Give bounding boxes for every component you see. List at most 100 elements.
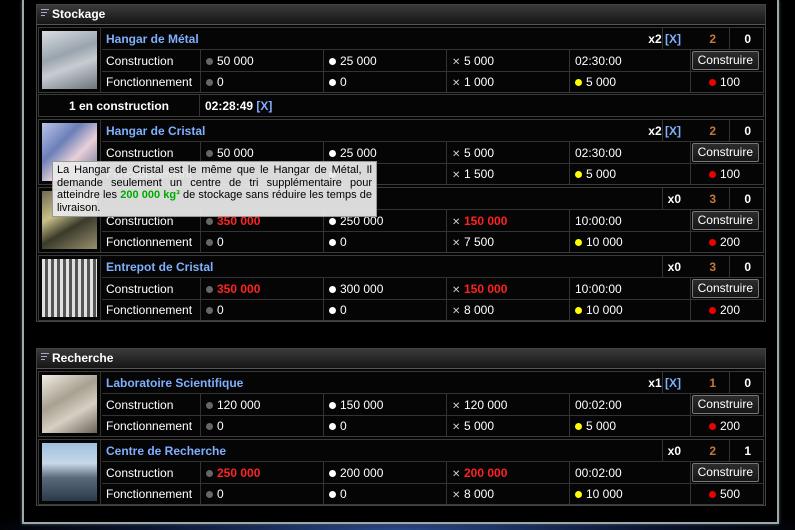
- divider: [690, 142, 691, 163]
- divider: [569, 50, 570, 71]
- remove-link[interactable]: [X]: [665, 32, 681, 46]
- build-button[interactable]: Construire: [691, 463, 759, 482]
- energy-upkeep: 10 000: [575, 303, 623, 317]
- building-image[interactable]: [39, 440, 101, 504]
- construction-queue: 1 en construction 02:28:49 [X]: [38, 94, 764, 117]
- divider: [323, 462, 324, 483]
- deut-upkeep: ✕ 5 000: [452, 419, 495, 433]
- operation-label: Fonctionnement: [106, 487, 193, 501]
- grey-dot-icon: [206, 491, 213, 498]
- metal-cost: 120 000: [206, 398, 260, 412]
- energy-upkeep: 5 000: [575, 75, 616, 89]
- deut-cost: ✕ 120 000: [452, 398, 508, 412]
- divider: [729, 188, 730, 209]
- building-level: 2: [709, 444, 716, 458]
- building-count: x0: [667, 260, 681, 274]
- deut-upkeep: ✕ 7 500: [452, 235, 495, 249]
- yellow-dot-icon: [575, 79, 582, 86]
- crystal-upkeep: 0: [329, 75, 347, 89]
- white-dot-icon: [329, 79, 336, 86]
- divider: [446, 394, 447, 415]
- remove-link[interactable]: [X]: [665, 124, 681, 138]
- building-queued: 0: [744, 124, 751, 138]
- grey-dot-icon: [206, 286, 213, 293]
- metal-upkeep: 0: [206, 303, 224, 317]
- cross-arrows-icon: ✕: [452, 469, 461, 480]
- divider: [690, 231, 691, 252]
- deut-upkeep: ✕ 1 000: [452, 75, 495, 89]
- operation-row: Fonctionnement 0 0 ✕ 1 000 5 000 100: [102, 71, 763, 92]
- building-name[interactable]: Hangar de Métal: [106, 32, 199, 46]
- divider: [200, 415, 201, 436]
- operation-row: Fonctionnement 0 0 ✕ 7 500 10 000 200: [102, 231, 763, 252]
- build-button[interactable]: Construire: [691, 143, 759, 162]
- divider: [199, 95, 200, 116]
- build-button[interactable]: Construire: [691, 395, 759, 414]
- building-row: Centre de Recherche x0 2 1 Construction …: [38, 439, 764, 505]
- building-queued: 0: [744, 260, 751, 274]
- building-level: 3: [709, 192, 716, 206]
- divider: [569, 71, 570, 92]
- build-time: 00:02:00: [575, 466, 622, 480]
- building-row: Laboratoire Scientifique x1 [X] 1 0 Cons…: [38, 371, 764, 437]
- operation-label: Fonctionnement: [106, 419, 193, 433]
- divider: [200, 231, 201, 252]
- energy-upkeep: 10 000: [575, 235, 623, 249]
- bio-upkeep: 100: [709, 167, 740, 181]
- divider: [569, 483, 570, 504]
- red-dot-icon: [709, 423, 716, 430]
- list-icon: [41, 8, 49, 17]
- building-image[interactable]: [39, 372, 101, 436]
- build-button[interactable]: Construire: [691, 211, 759, 230]
- divider: [446, 278, 447, 299]
- divider: [690, 210, 691, 231]
- building-count: x2 [X]: [648, 124, 681, 138]
- building-queued: 0: [744, 32, 751, 46]
- construction-label: Construction: [106, 398, 174, 412]
- remove-link[interactable]: [X]: [665, 376, 681, 390]
- divider: [446, 415, 447, 436]
- metal-upkeep: 0: [206, 75, 224, 89]
- operation-label: Fonctionnement: [106, 75, 193, 89]
- building-name[interactable]: Centre de Recherche: [106, 444, 226, 458]
- construction-label: Construction: [106, 466, 174, 480]
- building-name[interactable]: Entrepot de Cristal: [106, 260, 213, 274]
- cross-arrows-icon: ✕: [452, 401, 461, 412]
- building-header: Hangar de Métal x2 [X] 2 0: [102, 28, 763, 50]
- building-row: Entrepot de Cristal x0 3 0 Construction …: [38, 255, 764, 321]
- divider: [662, 28, 663, 49]
- build-button[interactable]: Construire: [691, 279, 759, 298]
- divider: [446, 462, 447, 483]
- cross-arrows-icon: ✕: [452, 170, 461, 181]
- divider: [569, 163, 570, 184]
- divider: [569, 299, 570, 320]
- section-header[interactable]: Stockage: [37, 5, 765, 25]
- building-name[interactable]: Laboratoire Scientifique: [106, 376, 243, 390]
- building-level: 2: [709, 32, 716, 46]
- build-button[interactable]: Construire: [691, 51, 759, 70]
- cancel-link[interactable]: [X]: [256, 99, 272, 113]
- construction-row: Construction 350 000 300 000 ✕ 150 000 10…: [102, 278, 763, 300]
- divider: [323, 231, 324, 252]
- section-header[interactable]: Recherche: [37, 349, 765, 369]
- crystal-cost: 150 000: [329, 398, 383, 412]
- red-dot-icon: [709, 239, 716, 246]
- white-dot-icon: [329, 307, 336, 314]
- building-queued: 0: [744, 376, 751, 390]
- divider: [729, 120, 730, 141]
- building-name[interactable]: Hangar de Cristal: [106, 124, 205, 138]
- divider: [662, 120, 663, 141]
- section-title: Stockage: [52, 7, 106, 21]
- building-image[interactable]: [39, 256, 101, 320]
- divider: [569, 394, 570, 415]
- divider: [323, 483, 324, 504]
- yellow-dot-icon: [575, 307, 582, 314]
- construction-label: Construction: [106, 282, 174, 296]
- divider: [446, 71, 447, 92]
- building-count: x2 [X]: [648, 32, 681, 46]
- energy-upkeep: 5 000: [575, 419, 616, 433]
- divider: [690, 278, 691, 299]
- divider: [690, 163, 691, 184]
- divider: [729, 440, 730, 461]
- building-image[interactable]: [39, 28, 101, 92]
